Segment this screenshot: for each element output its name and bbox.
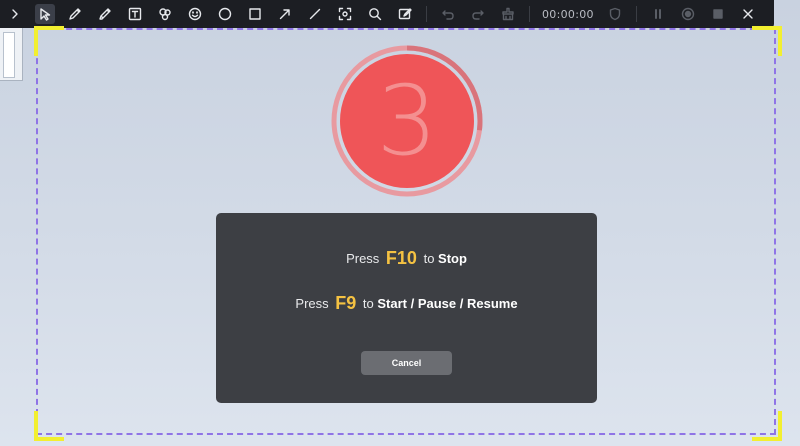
rectangle-icon xyxy=(249,8,261,20)
countdown-indicator: 3 xyxy=(330,44,484,198)
emoji-icon xyxy=(188,7,202,21)
background-window-edge xyxy=(0,28,23,81)
select-tool-button[interactable] xyxy=(35,4,55,24)
hint-connector: to xyxy=(362,296,374,311)
capture-corner-handle[interactable] xyxy=(752,26,782,56)
shapes-tool-button[interactable] xyxy=(155,4,175,24)
highlighter-tool-button[interactable] xyxy=(95,4,115,24)
shield-button[interactable] xyxy=(605,4,625,24)
highlighter-icon xyxy=(99,8,111,20)
recording-timer: 00:00:00 xyxy=(542,7,594,21)
line-tool-button[interactable] xyxy=(305,4,325,24)
toolbar-divider xyxy=(426,6,427,22)
magnifier-icon xyxy=(369,8,382,21)
start-pause-hotkey: F9 xyxy=(335,293,357,313)
stop-action-label: Stop xyxy=(438,251,467,266)
focus-area-icon xyxy=(338,7,352,21)
arrow-tool-button[interactable] xyxy=(275,4,295,24)
shapes-icon xyxy=(159,8,171,21)
hint-prefix: Press xyxy=(346,251,380,266)
start-pause-action-label: Start / Pause / Resume xyxy=(377,296,518,311)
rectangle-tool-button[interactable] xyxy=(245,4,265,24)
cancel-button[interactable]: Cancel xyxy=(361,351,452,375)
pause-button[interactable] xyxy=(648,4,668,24)
record-button[interactable] xyxy=(678,4,698,24)
capture-corner-handle[interactable] xyxy=(752,411,782,441)
select-pointer-icon xyxy=(40,8,51,21)
stop-hotkey-hint: Press F10 to Stop xyxy=(216,248,597,269)
recording-toolbar: 00:00:00 xyxy=(0,0,774,28)
close-button[interactable] xyxy=(738,4,758,24)
clear-icon xyxy=(502,7,514,21)
stop-button[interactable] xyxy=(708,4,728,24)
redo-button[interactable] xyxy=(468,4,488,24)
expand-button[interactable] xyxy=(5,4,25,24)
shield-icon xyxy=(609,7,621,21)
whiteboard-tool-button[interactable] xyxy=(395,4,415,24)
undo-icon xyxy=(442,10,454,20)
text-tool-button[interactable] xyxy=(125,4,145,24)
hint-connector: to xyxy=(423,251,435,266)
pen-icon xyxy=(69,8,81,20)
magnifier-tool-button[interactable] xyxy=(365,4,385,24)
start-pause-hotkey-hint: Press F9 to Start / Pause / Resume xyxy=(216,293,597,314)
stop-hotkey: F10 xyxy=(385,248,417,268)
hotkey-dialog: Press F10 to Stop Press F9 to Start / Pa… xyxy=(216,213,597,403)
text-tool-icon xyxy=(128,7,142,21)
undo-button[interactable] xyxy=(438,4,458,24)
whiteboard-icon xyxy=(398,8,412,20)
capture-corner-handle[interactable] xyxy=(34,26,64,56)
toolbar-divider xyxy=(635,6,637,22)
expand-icon xyxy=(12,9,18,19)
capture-corner-handle[interactable] xyxy=(34,411,64,441)
close-icon xyxy=(743,9,753,19)
record-icon xyxy=(681,7,695,21)
redo-icon xyxy=(472,10,484,20)
pause-icon xyxy=(654,9,661,19)
toolbar-divider xyxy=(529,6,530,22)
countdown-number: 3 xyxy=(376,65,438,177)
pen-tool-button[interactable] xyxy=(65,4,85,24)
focus-tool-button[interactable] xyxy=(335,4,355,24)
hint-prefix: Press xyxy=(295,296,329,311)
emoji-tool-button[interactable] xyxy=(185,4,205,24)
line-icon xyxy=(309,8,321,20)
clear-button[interactable] xyxy=(498,4,518,24)
ellipse-tool-button[interactable] xyxy=(215,4,235,24)
arrow-icon xyxy=(279,9,290,20)
stop-icon xyxy=(713,9,723,19)
ellipse-icon xyxy=(218,7,232,21)
